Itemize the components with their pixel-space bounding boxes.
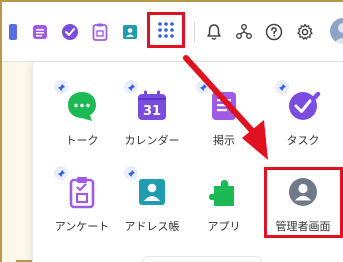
annotation-arrow — [183, 55, 268, 160]
